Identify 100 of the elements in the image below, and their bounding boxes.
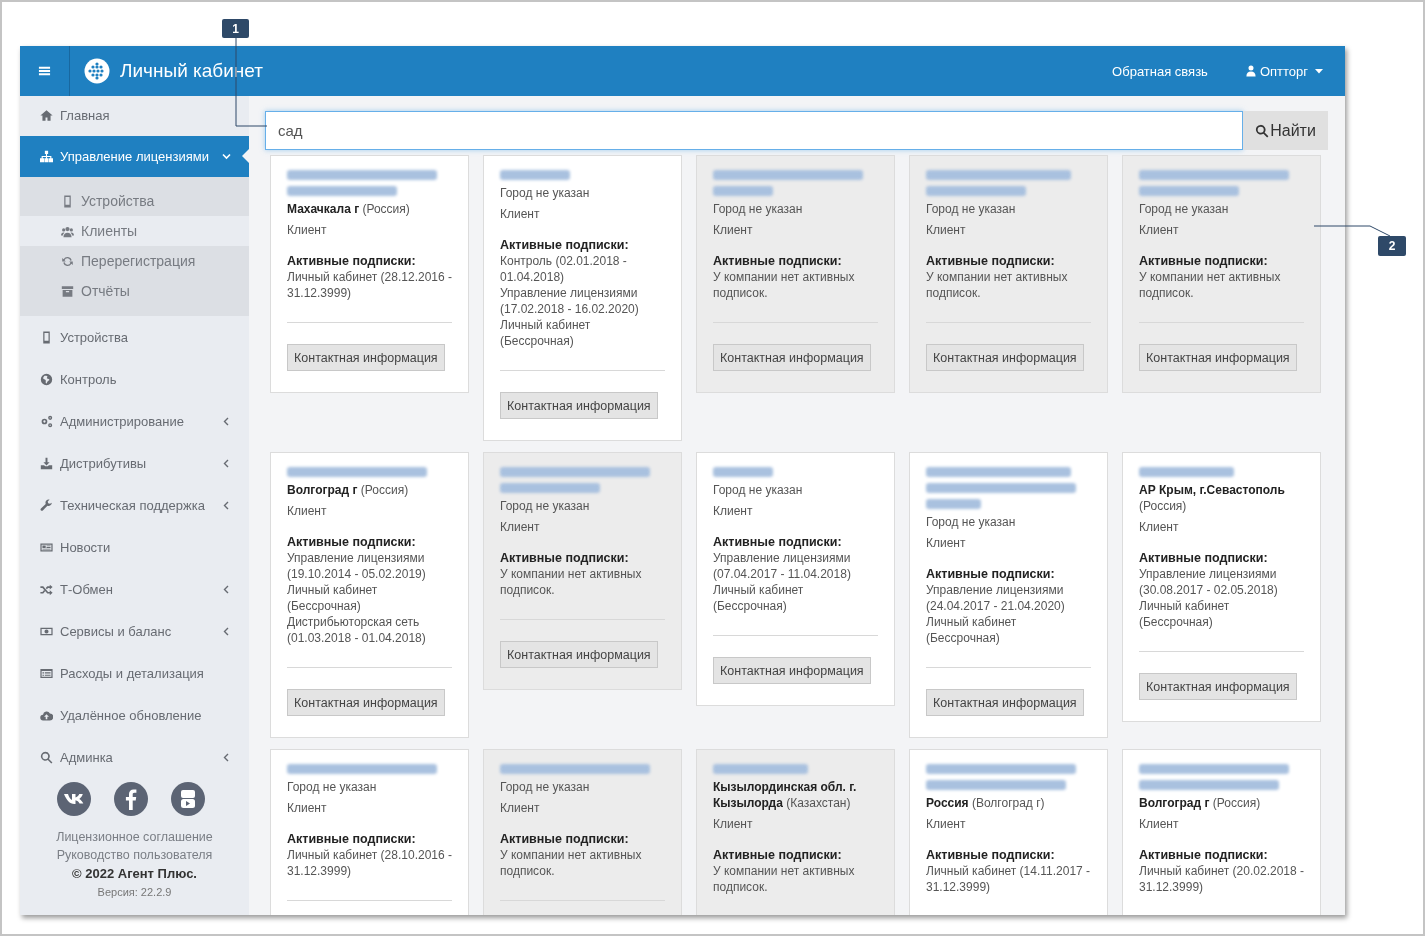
subscription-text: Личный кабинет (Бессрочная) — [500, 317, 592, 349]
caret-icon — [1315, 68, 1323, 74]
card-location: Махачкала г (Россия) — [287, 201, 411, 217]
user-icon — [1245, 65, 1256, 77]
card-location: Город не указан — [500, 185, 591, 201]
globe-icon — [40, 372, 53, 386]
subscriptions-heading: Активные подписки: — [500, 831, 630, 847]
card-location: Волгоград г (Россия) — [1139, 795, 1262, 811]
contact-button[interactable]: Контактная информация — [1139, 673, 1297, 700]
search-icon — [40, 750, 53, 764]
subscriptions-heading: Активные подписки: — [287, 831, 417, 847]
card-role: Клиент — [926, 535, 967, 551]
sidebar-item[interactable]: Главная — [20, 96, 249, 134]
sidebar-item[interactable]: Т-Обмен — [20, 568, 249, 610]
sidebar-item[interactable]: Удалённое обновление — [20, 694, 249, 736]
logo-icon — [84, 58, 110, 84]
contact-button[interactable]: Контактная информация — [926, 689, 1084, 716]
copyright-text: © 2022 Агент Плюс. — [71, 865, 198, 883]
subscriptions-heading: Активные подписки: — [287, 253, 417, 269]
card-role: Клиент — [287, 222, 328, 238]
sidebar-item[interactable]: Техническая поддержка — [20, 484, 249, 526]
sidebar-item[interactable]: Администрирование — [20, 400, 249, 442]
subscriptions-heading: Активные подписки: — [1139, 253, 1269, 269]
footer-link[interactable]: Лицензионное соглашение — [20, 828, 249, 846]
callout-badge: 1 — [222, 19, 249, 38]
subscriptions-heading: Активные подписки: — [713, 847, 843, 863]
subscription-text: Дистрибьюторская сеть (01.03.2018 - 01.04.2018) — [287, 614, 427, 646]
contact-button[interactable]: Контактная информация — [287, 344, 445, 371]
footer-link[interactable]: Руководство пользователя — [20, 846, 249, 864]
contact-button[interactable]: Контактная информация — [500, 392, 658, 419]
contact-button[interactable]: Контактная информация — [500, 641, 658, 668]
sidebar-item[interactable]: Управление лицензиями — [20, 136, 249, 177]
sidebar-item[interactable]: Контроль — [20, 358, 249, 400]
card-location: Город не указан — [926, 201, 1017, 217]
newspaper-icon — [40, 540, 53, 554]
subscriptions-heading: Активные подписки: — [500, 550, 630, 566]
submenu-item[interactable]: Перерегистрация — [20, 246, 249, 276]
subscription-text: Личный кабинет (28.10.2016 - 31.12.3999) — [287, 847, 452, 879]
subscription-text: У компании нет активных подписок. — [500, 566, 643, 598]
list-icon — [40, 666, 53, 680]
subscription-text: Управление лицензиями (07.04.2017 - 11.04.2018) — [713, 550, 852, 582]
card-role: Клиент — [287, 800, 328, 816]
subscription-text: У компании нет активных подписок. — [713, 269, 856, 301]
search-field[interactable]: сад — [265, 111, 1243, 150]
menu-icon — [38, 65, 51, 77]
card-location: Город не указан — [287, 779, 378, 795]
sidebar-item[interactable]: Сервисы и баланс — [20, 610, 249, 652]
social-icon — [56, 782, 91, 816]
archive-icon — [61, 284, 74, 298]
subscriptions-heading: Активные подписки: — [1139, 847, 1269, 863]
contact-button[interactable]: Контактная информация — [287, 689, 445, 716]
card-role: Клиент — [500, 206, 541, 222]
feedback-link[interactable]: Обратная связь — [1112, 63, 1208, 79]
subscriptions-heading: Активные подписки: — [926, 847, 1056, 863]
card-location: Город не указан — [500, 779, 591, 795]
subscription-text: Контроль (02.01.2018 - 01.04.2018) — [500, 253, 628, 285]
download-icon — [40, 456, 53, 470]
subscription-text: У компании нет активных подписок. — [500, 847, 643, 879]
sidebar-item[interactable]: Расходы и детализация — [20, 652, 249, 694]
sidebar-item[interactable]: Админка — [20, 736, 249, 778]
card-role: Клиент — [1139, 222, 1180, 238]
card-role: Клиент — [713, 222, 754, 238]
subscriptions-heading: Активные подписки: — [713, 534, 843, 550]
submenu-item[interactable]: Устройства — [20, 186, 249, 216]
subscriptions-heading: Активные подписки: — [1139, 550, 1269, 566]
contact-button[interactable]: Контактная информация — [926, 344, 1084, 371]
contact-button[interactable]: Контактная информация — [713, 344, 871, 371]
submenu-item[interactable]: Отчёты — [20, 276, 249, 306]
gears-icon — [40, 414, 53, 428]
card-location: Город не указан — [926, 514, 1017, 530]
contact-button[interactable]: Контактная информация — [713, 657, 871, 684]
search-icon — [1255, 123, 1270, 138]
card-role: Клиент — [926, 222, 967, 238]
submenu-item[interactable]: Клиенты — [20, 216, 249, 246]
card-role: Клиент — [287, 503, 328, 519]
subscription-text: Личный кабинет (20.02.2018 - 31.12.3999) — [1139, 863, 1304, 895]
subscription-text: Личный кабинет (14.11.2017 - 31.12.3999) — [926, 863, 1091, 895]
sidebar-item[interactable]: Устройства — [20, 316, 249, 358]
card-role: Клиент — [500, 519, 541, 535]
sidebar-item[interactable]: Новости — [20, 526, 249, 568]
subscriptions-heading: Активные подписки: — [287, 534, 417, 550]
subscription-text: Личный кабинет (Бессрочная) — [1139, 598, 1231, 630]
user-menu[interactable]: Оптторг — [1245, 63, 1323, 79]
cloud-icon — [40, 708, 53, 722]
subscriptions-heading: Активные подписки: — [713, 253, 843, 269]
subscription-text: У компании нет активных подписок. — [926, 269, 1069, 301]
sidebar-item[interactable]: Дистрибутивы — [20, 442, 249, 484]
card-location: Город не указан — [713, 482, 804, 498]
subscription-text: Личный кабинет (Бессрочная) — [287, 582, 379, 614]
card-location: АР Крым, г.Севастополь (Россия) — [1139, 482, 1286, 514]
subscriptions-heading: Активные подписки: — [926, 566, 1056, 582]
subscription-text: У компании нет активных подписок. — [1139, 269, 1282, 301]
card-role: Клиент — [1139, 816, 1180, 832]
contact-button[interactable]: Контактная информация — [1139, 344, 1297, 371]
card-role: Клиент — [713, 816, 754, 832]
subscription-text: Личный кабинет (Бессрочная) — [926, 614, 1018, 646]
search-button[interactable]: Найти — [1243, 111, 1328, 150]
shuffle-icon — [40, 582, 53, 596]
users-icon — [61, 224, 74, 238]
card-role: Клиент — [713, 503, 754, 519]
